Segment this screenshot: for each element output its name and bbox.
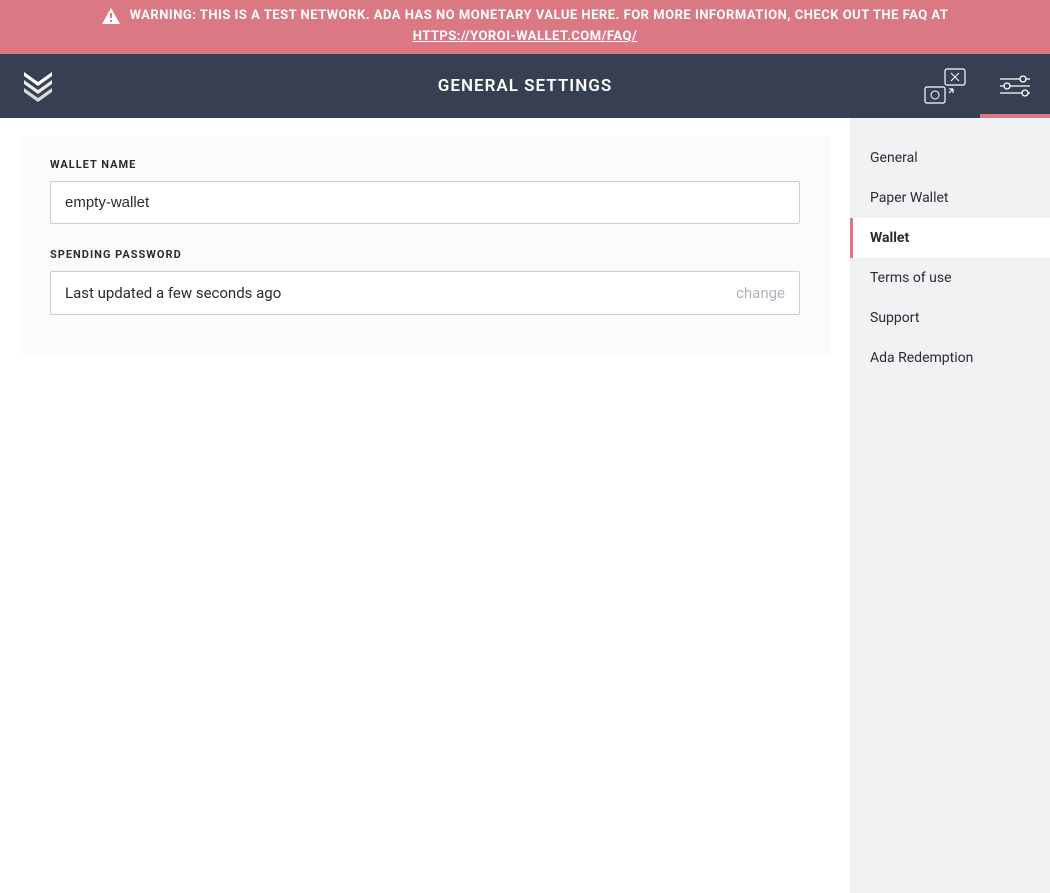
sidebar-item-label: Ada Redemption bbox=[870, 350, 973, 366]
wallet-name-label: WALLET NAME bbox=[50, 158, 800, 171]
main-area: WALLET NAME SPENDING PASSWORD Last updat… bbox=[0, 118, 1050, 893]
wallet-settings-card: WALLET NAME SPENDING PASSWORD Last updat… bbox=[20, 136, 830, 355]
spending-password-label: SPENDING PASSWORD bbox=[50, 248, 800, 261]
faq-link[interactable]: HTTPS://YOROI-WALLET.COM/FAQ/ bbox=[413, 27, 638, 48]
change-password-link[interactable]: change bbox=[736, 284, 785, 302]
settings-sliders-icon bbox=[1000, 75, 1030, 97]
sidebar-item-label: Wallet bbox=[870, 230, 909, 246]
spending-password-field-group: SPENDING PASSWORD Last updated a few sec… bbox=[50, 248, 800, 315]
test-network-warning-banner: WARNING: THIS IS A TEST NETWORK. ADA HAS… bbox=[0, 0, 1050, 54]
sidebar-item-wallet[interactable]: Wallet bbox=[850, 218, 1050, 258]
wallet-name-input[interactable] bbox=[50, 181, 800, 224]
header-actions bbox=[910, 54, 1050, 118]
wallet-name-field-group: WALLET NAME bbox=[50, 158, 800, 224]
sidebar-item-label: Paper Wallet bbox=[870, 190, 949, 206]
spending-password-row: Last updated a few seconds ago change bbox=[50, 271, 800, 315]
transfer-icon bbox=[923, 67, 967, 105]
app-logo[interactable] bbox=[22, 68, 54, 104]
app-header: GENERAL SETTINGS bbox=[0, 54, 1050, 118]
settings-content: WALLET NAME SPENDING PASSWORD Last updat… bbox=[0, 118, 850, 893]
page-title: GENERAL SETTINGS bbox=[438, 76, 612, 96]
warning-text: WARNING: THIS IS A TEST NETWORK. ADA HAS… bbox=[130, 6, 949, 27]
yoroi-logo-icon bbox=[22, 68, 54, 104]
sidebar-item-ada-redemption[interactable]: Ada Redemption bbox=[850, 338, 1050, 378]
sidebar-item-label: General bbox=[870, 150, 918, 166]
warning-triangle-icon bbox=[102, 8, 120, 24]
daedalus-transfer-button[interactable] bbox=[910, 54, 980, 118]
sidebar-item-support[interactable]: Support bbox=[850, 298, 1050, 338]
settings-sidebar: General Paper Wallet Wallet Terms of use… bbox=[850, 118, 1050, 893]
sidebar-item-general[interactable]: General bbox=[850, 138, 1050, 178]
sidebar-item-paper-wallet[interactable]: Paper Wallet bbox=[850, 178, 1050, 218]
sidebar-item-label: Support bbox=[870, 310, 919, 326]
settings-button[interactable] bbox=[980, 54, 1050, 118]
sidebar-item-label: Terms of use bbox=[870, 270, 952, 286]
password-updated-status: Last updated a few seconds ago bbox=[65, 284, 281, 302]
sidebar-item-terms-of-use[interactable]: Terms of use bbox=[850, 258, 1050, 298]
